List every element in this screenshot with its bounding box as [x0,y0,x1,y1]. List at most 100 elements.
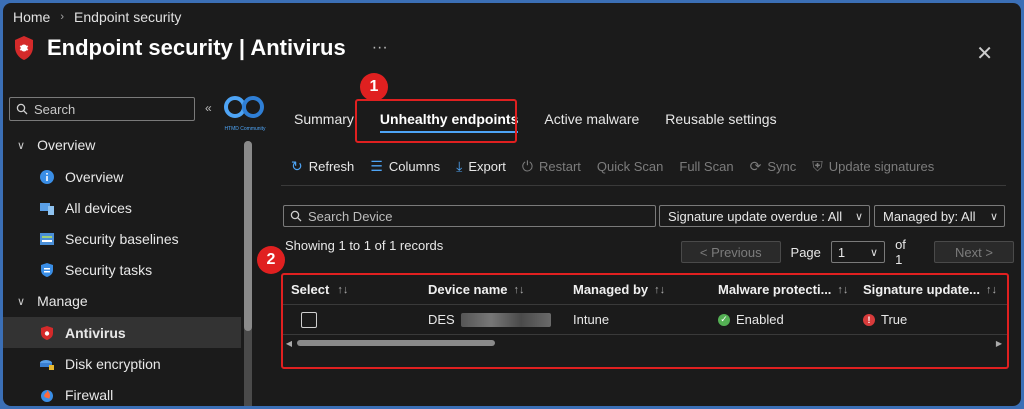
next-page-button[interactable]: Next > [933,241,1015,263]
sort-icon: ↑↓ [837,283,849,296]
restart-label: Restart [538,158,581,174]
columns-button[interactable]: ☰ Columns [370,158,440,175]
quick-scan-button[interactable]: Quick Scan [597,159,663,174]
update-signatures-button[interactable]: ⛨ Update signatures [812,158,934,175]
baselines-icon [40,232,54,245]
nav-group-label: Overview [37,137,96,153]
nav-group-overview[interactable]: ∨ Overview [3,129,241,161]
export-button[interactable]: ⤓ Export [456,158,506,175]
page-label: Page [790,244,821,260]
page-header: Endpoint security | Antivirus ··· [13,35,388,61]
records-summary: Showing 1 to 1 of 1 records [285,238,444,253]
refresh-button[interactable]: ↻ Refresh [291,158,354,175]
search-icon [16,103,28,115]
column-header-label: Malware protecti... [718,282,832,297]
page-select[interactable]: 1 ∨ [830,241,886,263]
sidebar-item-all-devices[interactable]: All devices [3,192,241,223]
scroll-right-icon[interactable]: ▶ [993,339,1005,348]
power-icon: ⏻ [521,157,533,174]
column-header-label: Signature update... [863,282,981,297]
breadcrumb-home[interactable]: Home [13,9,50,25]
cell-device-name[interactable]: DES [428,312,573,327]
chevron-down-icon: ∨ [17,139,26,152]
sort-icon: ↑↓ [337,283,349,296]
app-window: Home › Endpoint security Endpoint securi… [3,3,1021,406]
table-horizontal-scrollbar[interactable]: ◀ ▶ [283,337,1005,349]
export-label: Export [468,158,506,174]
nav-group-manage[interactable]: ∨ Manage [3,285,241,317]
column-header-managed-by[interactable]: Managed by ↑↓ [573,282,718,297]
brand-logo: HTMD Community [219,95,271,132]
sidebar-item-label: Disk encryption [65,355,161,372]
collapse-sidebar-icon[interactable]: « [205,101,212,115]
info-icon [40,169,54,184]
tab-active-malware[interactable]: Active malware [531,103,652,135]
managed-by-filter-label: Managed by: All [883,208,976,224]
table-header: Select ↑↓ Device name ↑↓ Managed by ↑↓ Malw… [283,275,1007,305]
close-icon[interactable]: ✕ [976,41,993,66]
sync-icon: ⟳ [749,157,762,174]
sort-icon: ↑↓ [654,283,666,296]
disk-encryption-icon [40,359,54,370]
tab-reusable-settings[interactable]: Reusable settings [652,103,789,135]
columns-icon: ☰ [370,157,383,174]
previous-page-button[interactable]: < Previous [681,241,781,263]
refresh-label: Refresh [308,158,355,174]
redacted-device-name [460,312,551,327]
breadcrumb-current[interactable]: Endpoint security [74,9,181,25]
column-header-malware-protection[interactable]: Malware protecti... ↑↓ [718,282,863,297]
malware-protection-value: Enabled [736,312,784,327]
row-checkbox[interactable] [301,311,317,328]
table-row[interactable]: DES Intune ✓ Enabled ! True [283,305,1007,335]
sidebar-item-firewall[interactable]: Firewall [3,379,241,406]
cell-managed-by: Intune [573,312,718,327]
restart-button[interactable]: ⏻ Restart [522,158,581,175]
sidebar-item-antivirus[interactable]: Antivirus [3,317,241,348]
shield-bug-icon [15,36,33,60]
sidebar-item-label: Overview [65,168,124,185]
sidebar-item-label: Security baselines [65,230,179,247]
sort-icon: ↑↓ [513,283,525,296]
page-total-label: of 1 [895,237,906,267]
more-options-icon[interactable]: ··· [372,39,388,57]
sidebar-item-label: Antivirus [65,324,126,341]
chevron-down-icon: ∨ [870,246,879,259]
scrollbar-track[interactable] [295,339,993,347]
sidebar-search-placeholder: Search [34,101,76,117]
column-header-select[interactable]: Select ↑↓ [283,282,428,297]
managed-by-value: Intune [573,312,610,327]
cell-select [283,311,428,328]
cell-malware-protection: ✓ Enabled [718,312,863,327]
sidebar: Search « HTMD Community ∨ Overview Overv… [3,93,266,406]
sidebar-scrollbar[interactable] [244,141,252,406]
sidebar-item-label: Firewall [65,386,114,403]
sidebar-item-security-tasks[interactable]: Security tasks [3,254,241,285]
breadcrumb: Home › Endpoint security [13,9,181,25]
full-scan-button[interactable]: Full Scan [679,159,733,174]
refresh-icon: ↻ [291,157,303,174]
signature-overdue-filter-label: Signature update overdue : All [668,208,843,224]
sidebar-item-label: All devices [65,199,132,216]
sidebar-item-security-baselines[interactable]: Security baselines [3,223,241,254]
chevron-down-icon: ∨ [17,295,26,308]
sidebar-search-input[interactable]: Search [9,97,195,121]
quick-scan-label: Quick Scan [596,158,664,174]
nav-group-label: Manage [37,293,88,309]
firewall-icon [41,389,53,402]
sidebar-scrollbar-thumb[interactable] [244,141,252,331]
column-header-device-name[interactable]: Device name ↑↓ [428,282,573,297]
tasks-icon [41,262,53,277]
sidebar-nav: ∨ Overview Overview All devices Security… [3,129,241,406]
annotation-badge-2: 2 [257,246,285,274]
sidebar-item-overview[interactable]: Overview [3,161,241,192]
sync-button[interactable]: ⟳ Sync [750,158,797,175]
shield-icon: ⛨ [812,157,823,174]
device-search-input[interactable]: Search Device [283,205,656,227]
managed-by-filter[interactable]: Managed by: All ∨ [874,205,1005,227]
signature-overdue-filter[interactable]: Signature update overdue : All ∨ [659,205,870,227]
sidebar-item-disk-encryption[interactable]: Disk encryption [3,348,241,379]
column-header-signature-update[interactable]: Signature update... ↑↓ [863,282,1007,297]
chevron-down-icon: ∨ [989,210,998,223]
scroll-left-icon[interactable]: ◀ [283,339,295,348]
scrollbar-thumb[interactable] [297,340,495,346]
